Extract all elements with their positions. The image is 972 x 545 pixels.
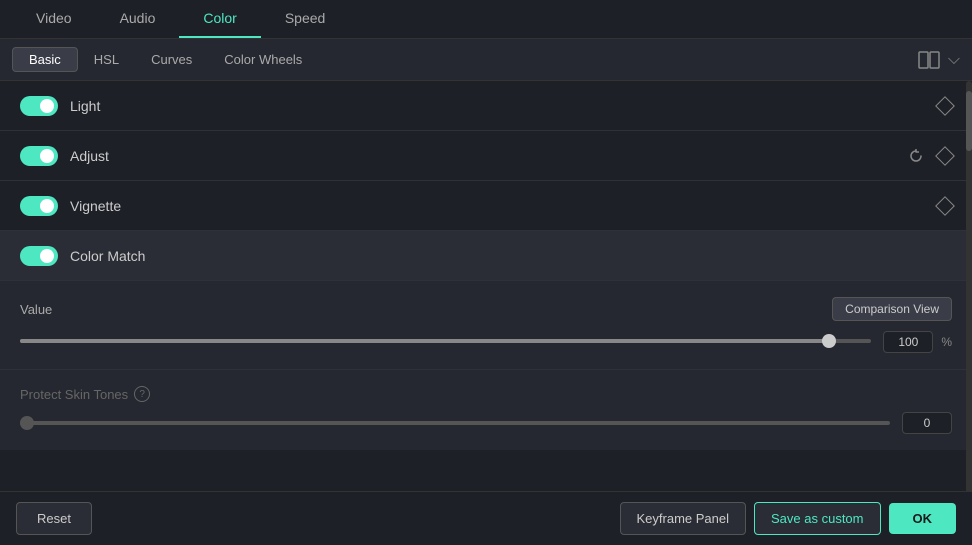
chevron-down-icon[interactable]: ⌵ bbox=[948, 51, 960, 69]
sub-tab-bar: Basic HSL Curves Color Wheels ⌵ bbox=[0, 39, 972, 81]
comparison-view-button[interactable]: Comparison View bbox=[832, 297, 952, 321]
keyframe-panel-button[interactable]: Keyframe Panel bbox=[620, 502, 747, 535]
top-tab-bar: Video Audio Color Speed bbox=[0, 0, 972, 39]
sub-tab-curves[interactable]: Curves bbox=[135, 48, 208, 71]
light-toggle[interactable] bbox=[20, 96, 58, 116]
color-match-section-row: Color Match bbox=[0, 231, 972, 281]
value-slider-track[interactable] bbox=[20, 339, 871, 345]
tab-audio[interactable]: Audio bbox=[96, 0, 180, 38]
light-label: Light bbox=[70, 98, 938, 114]
reset-button[interactable]: Reset bbox=[16, 502, 92, 535]
sub-tab-basic[interactable]: Basic bbox=[12, 47, 78, 72]
sub-tab-hsl[interactable]: HSL bbox=[78, 48, 135, 71]
tab-speed[interactable]: Speed bbox=[261, 0, 349, 38]
vignette-actions bbox=[938, 199, 952, 213]
sub-tabs-right: ⌵ bbox=[918, 51, 960, 69]
protect-input-field[interactable] bbox=[902, 412, 952, 434]
protect-label-row: Protect Skin Tones ? bbox=[20, 386, 952, 402]
protect-skin-tones-section: Protect Skin Tones ? bbox=[0, 370, 972, 450]
tab-color[interactable]: Color bbox=[179, 0, 260, 38]
value-unit: % bbox=[941, 335, 952, 349]
light-actions bbox=[938, 99, 952, 113]
adjust-section-row: Adjust bbox=[0, 131, 972, 181]
vignette-label: Vignette bbox=[70, 198, 938, 214]
adjust-keyframe-icon[interactable] bbox=[935, 146, 955, 166]
save-as-custom-button[interactable]: Save as custom bbox=[754, 502, 881, 535]
value-slider-section: Value Comparison View % bbox=[0, 281, 972, 370]
protect-slider-track[interactable] bbox=[20, 421, 890, 425]
bottom-right-actions: Keyframe Panel Save as custom OK bbox=[620, 502, 957, 535]
color-match-label: Color Match bbox=[70, 248, 952, 264]
value-input-field[interactable] bbox=[883, 331, 933, 353]
light-keyframe-icon[interactable] bbox=[935, 96, 955, 116]
protect-slider-thumb[interactable] bbox=[20, 416, 34, 430]
comparison-split-icon[interactable] bbox=[918, 51, 940, 69]
sub-tab-color-wheels[interactable]: Color Wheels bbox=[208, 48, 318, 71]
bottom-bar: Reset Keyframe Panel Save as custom OK bbox=[0, 491, 972, 545]
adjust-actions bbox=[906, 146, 952, 166]
color-match-toggle[interactable] bbox=[20, 246, 58, 266]
vignette-keyframe-icon[interactable] bbox=[935, 196, 955, 216]
adjust-toggle[interactable] bbox=[20, 146, 58, 166]
value-label: Value bbox=[20, 302, 52, 317]
bottom-left-actions: Reset bbox=[16, 502, 92, 535]
vignette-toggle[interactable] bbox=[20, 196, 58, 216]
scrollbar[interactable] bbox=[966, 81, 972, 511]
sections-scroll-area: Light Adjust Vignette bbox=[0, 81, 972, 511]
vignette-section-row: Vignette bbox=[0, 181, 972, 231]
protect-help-icon[interactable]: ? bbox=[134, 386, 150, 402]
scrollbar-thumb[interactable] bbox=[966, 91, 972, 151]
value-slider-header: Value Comparison View bbox=[20, 297, 952, 321]
light-section-row: Light bbox=[0, 81, 972, 131]
protect-slider-row bbox=[20, 412, 952, 434]
adjust-reset-icon[interactable] bbox=[906, 146, 926, 166]
adjust-label: Adjust bbox=[70, 148, 906, 164]
value-slider-row: % bbox=[20, 331, 952, 353]
protect-label: Protect Skin Tones bbox=[20, 387, 128, 402]
tab-video[interactable]: Video bbox=[12, 0, 96, 38]
value-slider-thumb[interactable] bbox=[822, 334, 836, 348]
ok-button[interactable]: OK bbox=[889, 503, 957, 534]
